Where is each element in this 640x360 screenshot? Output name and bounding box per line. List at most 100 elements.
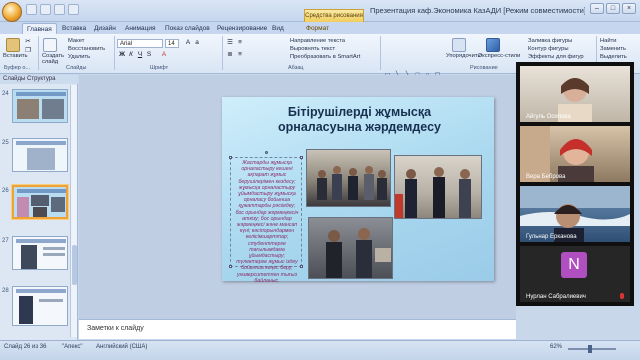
- minimize-button[interactable]: –: [590, 3, 604, 14]
- shape-fill-button[interactable]: Заливка фигуры: [528, 38, 572, 44]
- clipboard-group-label: Буфер о...: [4, 65, 30, 71]
- resize-handle[interactable]: [229, 156, 232, 159]
- rotate-handle[interactable]: [265, 151, 268, 154]
- theme-name: "Апекс": [62, 344, 83, 350]
- slide-text-box[interactable]: Жастарды жұмысқа орналастыру кешені ақпа…: [229, 151, 303, 284]
- tab-insert[interactable]: Вставка: [62, 23, 86, 34]
- slide-thumbnail[interactable]: [12, 286, 68, 326]
- slide-thumbnail[interactable]: [12, 138, 68, 172]
- font-group-label: Шрифт: [150, 65, 169, 71]
- thumb-title: [16, 92, 66, 96]
- tab-format[interactable]: Формат: [306, 23, 329, 34]
- layout-button[interactable]: Макет: [68, 38, 84, 44]
- save-icon[interactable]: [26, 4, 37, 15]
- align-text-button[interactable]: Выровнять текст: [290, 46, 335, 52]
- participant-tile[interactable]: Гульнар Ерканова: [520, 186, 630, 242]
- resize-handle[interactable]: [300, 156, 303, 159]
- resize-handle[interactable]: [300, 265, 303, 268]
- arrange-icon[interactable]: [452, 38, 466, 52]
- reset-button[interactable]: Восстановить: [68, 46, 105, 52]
- drawing-group-label: Рисование: [470, 65, 498, 71]
- bold-icon[interactable]: Ж: [118, 51, 126, 59]
- slides-pane-scrollbar[interactable]: [70, 85, 77, 337]
- paste-icon[interactable]: [6, 38, 20, 52]
- underline-icon[interactable]: Ч: [136, 51, 144, 59]
- redo-icon[interactable]: [54, 4, 65, 15]
- drawing-tools-context-tab: Средства рисования: [304, 9, 364, 22]
- delete-slide-button[interactable]: Удалить: [68, 54, 90, 60]
- font-size-combo[interactable]: 14: [165, 39, 179, 48]
- tab-animation[interactable]: Анимация: [125, 23, 156, 34]
- thumb-text: [43, 253, 65, 256]
- replace-button[interactable]: Заменить: [600, 46, 626, 52]
- tab-slideshow[interactable]: Показ слайдов: [165, 23, 210, 34]
- bullets-icon[interactable]: ☰: [226, 39, 234, 47]
- tab-review[interactable]: Рецензирование: [217, 23, 267, 34]
- window-controls: – □ ×: [590, 3, 636, 14]
- slide-thumbnail[interactable]: [12, 236, 68, 270]
- participant-name: Нурлан Сабралиевич: [526, 294, 586, 300]
- photo-group-men[interactable]: [394, 155, 482, 219]
- slides-group-label: Слайды: [66, 65, 87, 71]
- slide-thumbnail-selected[interactable]: [12, 185, 68, 219]
- new-slide-button[interactable]: Создать слайд: [42, 53, 70, 65]
- grow-font-icon[interactable]: A: [184, 39, 192, 47]
- thumb-photo: [17, 99, 39, 119]
- thumb-photo: [21, 245, 37, 269]
- participant-tile[interactable]: N Нурлан Сабралиевич: [520, 246, 630, 302]
- thumb-photo: [31, 195, 49, 206]
- office-button-icon[interactable]: [2, 2, 22, 22]
- scrollbar-thumb[interactable]: [72, 245, 77, 285]
- divider: [222, 36, 223, 70]
- resize-handle[interactable]: [229, 265, 232, 268]
- copy-icon[interactable]: ❐: [24, 47, 32, 55]
- undo-icon[interactable]: [40, 4, 51, 15]
- align-center-icon[interactable]: ≡: [236, 51, 244, 59]
- convert-smartart-button[interactable]: Преобразовать в SmartArt: [290, 54, 360, 60]
- photo-group-students[interactable]: [306, 149, 391, 207]
- photo-two-men[interactable]: [308, 217, 393, 279]
- customize-qat-icon[interactable]: [68, 4, 79, 15]
- tab-view[interactable]: Вид: [272, 23, 284, 34]
- current-slide[interactable]: Бітірушілерді жұмысқа орналасуына жәрдем…: [222, 97, 494, 284]
- maximize-button[interactable]: □: [606, 3, 620, 14]
- slide-title[interactable]: Бітірушілерді жұмысқа орналасуына жәрдем…: [252, 105, 467, 135]
- divider: [38, 36, 39, 70]
- text-direction-button[interactable]: Направление текста: [290, 38, 345, 44]
- tab-design[interactable]: Дизайн: [94, 23, 116, 34]
- slide-thumbnail[interactable]: [12, 89, 68, 123]
- cut-icon[interactable]: ✂: [24, 38, 32, 46]
- arrange-button[interactable]: Упорядочить: [446, 53, 481, 59]
- thumb-title: [16, 141, 66, 145]
- quick-styles-icon[interactable]: [486, 38, 500, 52]
- divider: [114, 36, 115, 70]
- participant-tile[interactable]: Айгуль Осипова: [520, 66, 630, 122]
- italic-icon[interactable]: К: [127, 51, 135, 59]
- thumb-text: [39, 299, 63, 302]
- align-left-icon[interactable]: ≣: [226, 51, 234, 59]
- notes-pane[interactable]: Заметки к слайду: [79, 319, 516, 339]
- paragraph-group-label: Абзац: [288, 65, 304, 71]
- shrink-font-icon[interactable]: a: [193, 39, 201, 47]
- font-color-icon[interactable]: A: [160, 51, 168, 59]
- participant-tile[interactable]: Вера Беброва: [520, 126, 630, 182]
- slides-pane-tabs[interactable]: Слайды Структура: [0, 75, 78, 84]
- zoom-level[interactable]: 62%: [550, 344, 562, 350]
- slide-body-text[interactable]: Жастарды жұмысқа орналастыру кешені ақпа…: [235, 160, 299, 284]
- zoom-slider[interactable]: [568, 348, 616, 350]
- font-name-combo[interactable]: Arial: [117, 39, 163, 48]
- numbering-icon[interactable]: ≡: [236, 39, 244, 47]
- find-button[interactable]: Найти: [600, 38, 617, 44]
- language-indicator[interactable]: Английский (США): [96, 344, 147, 350]
- shape-effects-button[interactable]: Эффекты для фигур: [528, 54, 584, 60]
- select-button[interactable]: Выделить: [600, 54, 627, 60]
- strikethrough-icon[interactable]: S: [145, 51, 153, 59]
- new-slide-icon[interactable]: [43, 38, 57, 52]
- people-photo-icon: [326, 228, 391, 278]
- participant-avatar: N: [561, 252, 587, 278]
- shape-outline-button[interactable]: Контур фигуры: [528, 46, 569, 52]
- zoom-slider-thumb[interactable]: [588, 345, 592, 353]
- tab-home[interactable]: Главная: [22, 23, 57, 34]
- close-button[interactable]: ×: [622, 3, 636, 14]
- quick-styles-button[interactable]: Экспресс-стили: [478, 53, 520, 59]
